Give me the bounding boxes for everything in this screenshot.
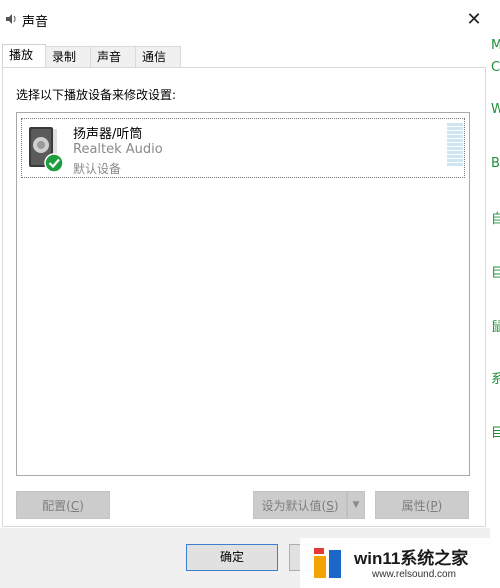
strip-glyph: B xyxy=(491,156,500,171)
strip-glyph: 自 xyxy=(491,212,500,227)
window-title: 声音 xyxy=(22,15,49,30)
strip-glyph: C xyxy=(491,60,500,75)
configure-label: 配置 xyxy=(42,499,67,513)
title-bar: 声音 ✕ xyxy=(0,0,490,38)
watermark: win11系统之家 www.relsound.com xyxy=(300,538,500,588)
strip-glyph: W xyxy=(491,102,500,117)
device-item[interactable]: 扬声器/听筒 Realtek Audio 默认设备 xyxy=(21,118,465,178)
instruction-text: 选择以下播放设备来修改设置: xyxy=(16,88,177,102)
strip-glyph: 鼠 xyxy=(491,320,500,335)
level-meter xyxy=(447,123,463,169)
tab-playback[interactable]: 播放 xyxy=(2,44,46,68)
watermark-url: www.relsound.com xyxy=(372,569,456,580)
device-driver: Realtek Audio xyxy=(73,142,163,157)
close-icon: ✕ xyxy=(466,9,482,30)
check-icon xyxy=(44,153,64,173)
strip-glyph: 巨 xyxy=(491,266,500,281)
level-segment xyxy=(447,151,463,154)
set-default-button[interactable]: 设为默认值(S) xyxy=(253,491,347,519)
level-segment xyxy=(447,123,463,126)
tab-label: 声音 xyxy=(97,50,122,64)
level-segment xyxy=(447,135,463,138)
level-segment xyxy=(447,127,463,130)
device-status: 默认设备 xyxy=(73,162,122,176)
level-segment xyxy=(447,163,463,166)
speaker-icon xyxy=(6,14,16,24)
strip-glyph: M xyxy=(491,38,500,53)
level-segment xyxy=(447,143,463,146)
level-segment xyxy=(447,159,463,162)
tab-sounds[interactable]: 声音 xyxy=(90,46,136,67)
tab-recording[interactable]: 录制 xyxy=(45,46,91,67)
device-name: 扬声器/听筒 xyxy=(73,127,143,142)
set-default-access-key: S xyxy=(326,499,334,513)
level-segment xyxy=(447,139,463,142)
tab-label: 播放 xyxy=(9,48,34,62)
windows-logo-icon xyxy=(314,548,341,578)
background-window-strip: M C W B 自 巨 鼠 系 目 xyxy=(490,0,500,588)
device-list[interactable]: 扬声器/听筒 Realtek Audio 默认设备 xyxy=(16,112,470,476)
configure-access-key: C xyxy=(70,499,80,513)
chevron-down-icon: ▼ xyxy=(352,500,360,510)
properties-button[interactable]: 属性(P) xyxy=(375,491,469,519)
set-default-dropdown[interactable]: ▼ xyxy=(347,491,365,519)
ok-button[interactable]: 确定 xyxy=(186,544,278,571)
level-segment xyxy=(447,155,463,158)
level-segment xyxy=(447,147,463,150)
speaker-icon xyxy=(29,127,64,173)
close-button[interactable]: ✕ xyxy=(458,6,490,34)
configure-button[interactable]: 配置(C) xyxy=(16,491,110,519)
watermark-title: win11系统之家 xyxy=(354,549,469,568)
properties-label: 属性 xyxy=(401,499,426,513)
properties-access-key: P xyxy=(430,499,438,513)
tab-label: 录制 xyxy=(52,50,77,64)
strip-glyph: 系 xyxy=(491,372,500,387)
set-default-label: 设为默认值 xyxy=(261,499,322,513)
tab-communications[interactable]: 通信 xyxy=(135,46,181,67)
tab-label: 通信 xyxy=(142,50,167,64)
ok-label: 确定 xyxy=(219,550,244,564)
strip-glyph: 目 xyxy=(491,426,500,441)
level-segment xyxy=(447,131,463,134)
